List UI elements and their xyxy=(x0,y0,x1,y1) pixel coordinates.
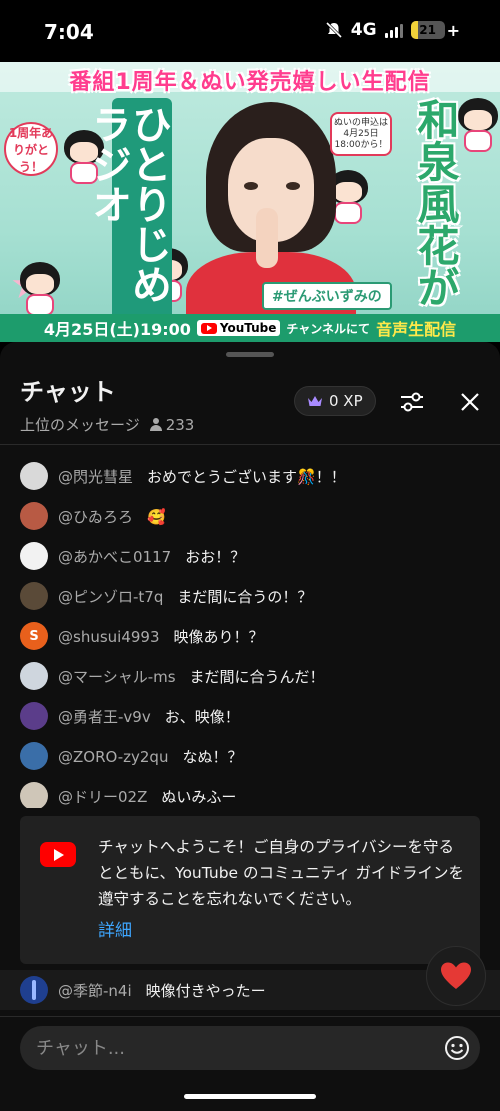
broadcast-datetime: 4月25日(土)19:00 xyxy=(43,320,191,339)
host-name: 和泉風花が xyxy=(411,98,460,308)
heart-icon xyxy=(441,962,471,989)
battery-percent: 21 xyxy=(419,23,436,37)
status-icons: 4G 21 + xyxy=(325,20,460,40)
signal-bars-icon xyxy=(384,22,403,38)
network-label: 4G xyxy=(350,20,377,40)
message-author[interactable]: @ドリー02Z xyxy=(58,788,147,806)
message-author[interactable]: @ひゐろろ xyxy=(58,508,133,526)
status-bar: 7:04 4G 21 + xyxy=(0,0,500,62)
portrait-avatar-icon[interactable] xyxy=(20,502,48,530)
sliders-icon xyxy=(401,392,423,412)
input-divider xyxy=(0,1016,500,1017)
chat-message[interactable]: S @shusui4993 映像あり！？ xyxy=(0,618,500,654)
status-time: 7:04 xyxy=(44,20,94,44)
chat-title: チャット xyxy=(20,378,116,406)
battery-fill xyxy=(410,21,418,39)
close-button[interactable] xyxy=(454,386,486,418)
cat-avatar-icon[interactable] xyxy=(20,662,48,690)
game-avatar-icon[interactable] xyxy=(20,742,48,770)
drag-handle[interactable] xyxy=(226,352,274,357)
chat-message[interactable]: @閃光彗星 おめでとうございます🎊！！ xyxy=(0,458,500,494)
learn-more-link[interactable]: 詳細 xyxy=(98,916,132,941)
hashtag-label: #ぜんぶいずみの xyxy=(262,282,392,310)
reaction-button[interactable] xyxy=(426,946,486,1006)
banner-headline: 番組1周年＆ぬい発売嬉しい生配信 xyxy=(69,70,431,95)
welcome-text: チャットへようこそ！ご自身のプライバシーを守るとともに、YouTube のコミュ… xyxy=(98,838,464,908)
viewer-count: 233 xyxy=(149,415,195,434)
doll-sale-note: ぬいの申込は4月25日18:00から！ xyxy=(330,112,392,157)
chat-subtitle-row: 上位のメッセージ 233 xyxy=(20,414,194,435)
message-text: お、映像！ xyxy=(164,707,240,726)
message-author[interactable]: @マーシャル-ms xyxy=(58,668,176,686)
silent-bell-icon xyxy=(325,21,342,39)
anime-avatar-icon[interactable] xyxy=(20,702,48,730)
chat-message[interactable]: @ZORO-zy2qu なぬ！？ xyxy=(0,738,500,774)
message-text: まだ間に合うんだ！ xyxy=(189,667,325,686)
doc-avatar-icon[interactable] xyxy=(20,782,48,808)
home-indicator xyxy=(184,1094,316,1099)
filter-settings-button[interactable] xyxy=(396,386,428,418)
viewer-count-value: 233 xyxy=(165,415,195,434)
figure-avatar-icon[interactable] xyxy=(20,976,48,1004)
chat-message-list[interactable]: @閃光彗星 おめでとうございます🎊！！ @ひゐろろ 🥰 @あかべこ0117 おお！？ … xyxy=(0,446,500,808)
chat-message[interactable]: @勇者王-v9v お、映像！ xyxy=(0,698,500,734)
broadcast-info-band: 4月25日(土)19:00 YouTube チャンネルにて 音声生配信 xyxy=(0,314,500,342)
chat-message[interactable]: @マーシャル-ms まだ間に合うんだ！ xyxy=(0,658,500,694)
header-divider xyxy=(0,444,500,445)
cow-avatar-icon[interactable] xyxy=(20,542,48,570)
message-author[interactable]: @季節-n4i xyxy=(58,982,132,1000)
message-text: まだ間に合うの！？ xyxy=(177,587,313,606)
show-title: ひとりじめラジオ xyxy=(85,98,172,342)
battery-icon: 21 xyxy=(410,21,445,39)
message-author[interactable]: @ZORO-zy2qu xyxy=(58,748,168,766)
message-text: なぬ！？ xyxy=(182,747,243,766)
chat-message[interactable]: @季節-n4i 映像付きやったー xyxy=(0,970,500,1010)
message-author[interactable]: @shusui4993 xyxy=(58,628,160,646)
person-icon xyxy=(149,418,162,431)
xp-button[interactable]: 0 XP xyxy=(294,386,376,416)
message-text: おお！？ xyxy=(185,547,246,566)
chat-message[interactable]: @ドリー02Z ぬいみふー xyxy=(0,778,500,808)
letter-avatar[interactable]: S xyxy=(20,622,48,650)
message-author[interactable]: @閃光彗星 xyxy=(58,468,133,486)
close-icon xyxy=(461,393,479,411)
live-chat-panel: チャット 上位のメッセージ 233 0 XP @閃光彗星 おめでとうございます🎊！ xyxy=(0,342,500,1111)
doll-illustration xyxy=(456,98,500,154)
message-text: 映像あり！？ xyxy=(173,627,264,646)
message-text: おめでとうございます🎊！！ xyxy=(147,467,346,486)
emoji-icon[interactable] xyxy=(444,1035,470,1061)
youtube-logo-icon: YouTube xyxy=(196,320,281,336)
message-author[interactable]: @勇者王-v9v xyxy=(58,708,151,726)
chat-message[interactable]: @ひゐろろ 🥰 xyxy=(0,498,500,534)
chat-message[interactable]: @ピンゾロ-t7q まだ間に合うの！？ xyxy=(0,578,500,614)
message-author[interactable]: @ピンゾロ-t7q xyxy=(58,588,163,606)
broadcast-highlight: 音声生配信 xyxy=(376,320,457,339)
chat-mode-selector[interactable]: 上位のメッセージ xyxy=(20,414,140,435)
youtube-icon xyxy=(40,842,76,867)
video-player[interactable]: 番組1周年＆ぬい発売嬉しい生配信 ☆ ★ 1周年ありがとう！ ひとりじめラジオ … xyxy=(0,62,500,342)
message-text: 🥰 xyxy=(147,507,166,526)
message-text: ぬいみふー xyxy=(161,787,237,806)
message-author[interactable]: @あかべこ0117 xyxy=(58,548,171,566)
chat-message[interactable]: @あかべこ0117 おお！？ xyxy=(0,538,500,574)
broadcast-suffix: チャンネルにて xyxy=(286,321,371,336)
photo-avatar-icon[interactable] xyxy=(20,582,48,610)
charging-plus-icon: + xyxy=(446,20,460,40)
chat-input[interactable] xyxy=(36,1026,436,1070)
xp-label: 0 XP xyxy=(329,392,363,410)
doll-illustration xyxy=(18,262,62,318)
flower-avatar-icon[interactable] xyxy=(20,462,48,490)
welcome-card: チャットへようこそ！ご自身のプライバシーを守るとともに、YouTube のコミュ… xyxy=(20,816,480,964)
message-text: 映像付きやったー xyxy=(145,982,266,1000)
crown-icon xyxy=(308,396,322,406)
anniversary-badge: 1周年ありがとう！ xyxy=(4,122,58,176)
chat-input-box[interactable] xyxy=(20,1026,480,1070)
